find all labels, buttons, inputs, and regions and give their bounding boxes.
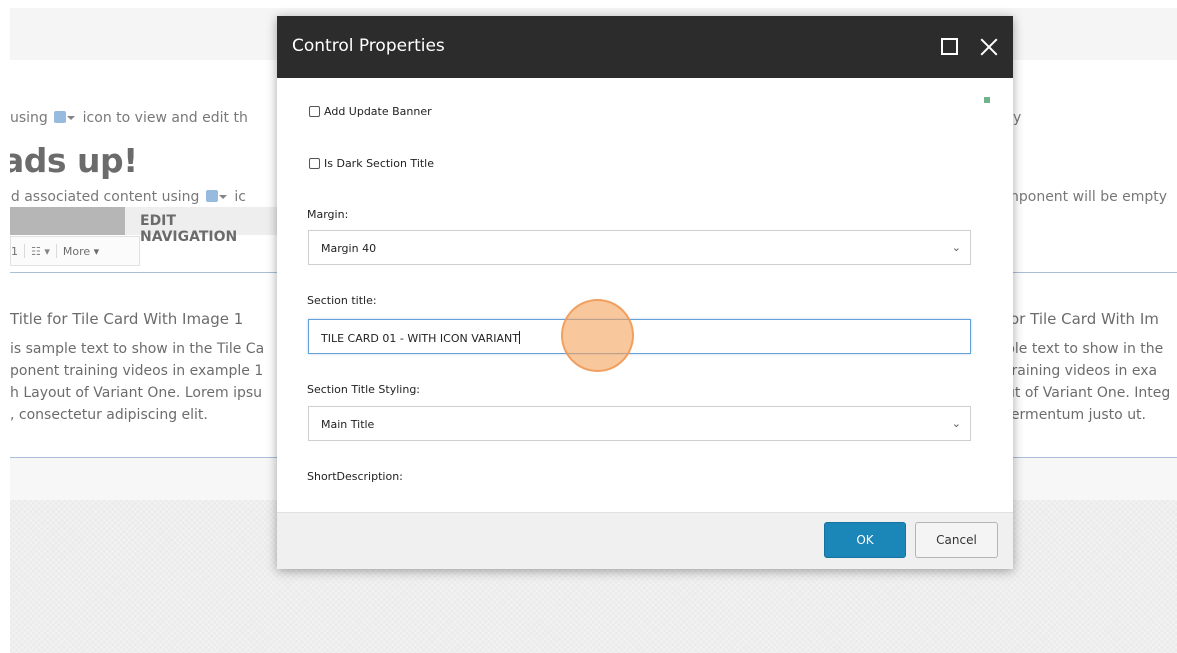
close-icon[interactable] (978, 36, 1000, 58)
dialog-footer: OK Cancel (277, 512, 1013, 569)
section-title-styling-select[interactable]: Main Title ⌄ (308, 406, 971, 441)
background-warning-line-right: nponent will be empty (1010, 189, 1168, 205)
edit-navigation-bar[interactable]: EDIT NAVIGATION (10, 207, 277, 245)
chevron-down-icon: ⌄ (951, 241, 961, 254)
maximize-icon[interactable] (941, 38, 958, 55)
add-update-banner-checkbox[interactable] (309, 106, 320, 117)
dialog-body: Add Update Banner Is Dark Section Title … (277, 78, 1013, 512)
short-description-label: ShortDescription: (307, 470, 403, 483)
edit-navigation-dark-block (10, 207, 125, 235)
background-info-line: t using icon to view and edit th (10, 110, 248, 126)
section-title-styling-value: Main Title (321, 418, 375, 431)
section-title-label: Section title: (307, 294, 377, 307)
cancel-button[interactable]: Cancel (915, 522, 998, 558)
tile-card-body: ple text to show in the training videos … (1006, 341, 1171, 423)
hierarchy-icon[interactable]: ☷ ▾ (31, 245, 50, 258)
add-update-banner-label: Add Update Banner (324, 105, 432, 118)
toolbar-separator (24, 244, 25, 258)
chevron-down-icon: ⌄ (951, 417, 961, 430)
click-indicator (561, 299, 634, 372)
add-content-icon[interactable] (54, 111, 76, 123)
section-title-value: TILE CARD 01 - WITH ICON VARIANT (321, 332, 519, 345)
dialog-title: Control Properties (292, 36, 445, 56)
status-indicator-icon (984, 97, 990, 103)
add-content-icon[interactable] (205, 190, 227, 202)
control-properties-dialog: Control Properties Add Update Banner Is … (277, 16, 1013, 569)
margin-select-value: Margin 40 (321, 242, 377, 255)
is-dark-section-title-row[interactable]: Is Dark Section Title (309, 157, 434, 170)
edit-navigation-label[interactable]: EDIT NAVIGATION (140, 213, 277, 245)
toolbar-separator (55, 244, 57, 258)
background-heading: ads up! (10, 141, 138, 180)
text-cursor (518, 331, 520, 344)
dialog-header: Control Properties (277, 16, 1013, 78)
margin-select[interactable]: Margin 40 ⌄ (308, 230, 971, 265)
add-update-banner-row[interactable]: Add Update Banner (309, 105, 432, 118)
tile-card-title: or Tile Card With Im (1010, 310, 1159, 328)
is-dark-section-title-label: Is Dark Section Title (324, 157, 435, 170)
tile-card-title: Title for Tile Card With Image 1 (10, 310, 244, 328)
section-title-styling-label: Section Title Styling: (307, 383, 421, 396)
ok-button[interactable]: OK (824, 522, 906, 558)
toolbar-more-button[interactable]: More ▾ (63, 245, 99, 258)
background-info-line-right: y (1013, 110, 1022, 126)
margin-label: Margin: (307, 208, 349, 221)
section-title-input[interactable]: TILE CARD 01 - WITH ICON VARIANT (308, 319, 971, 354)
background-warning-line: dd associated content using ic (10, 189, 246, 205)
toolbar-item[interactable]: 1 (11, 245, 18, 258)
is-dark-section-title-checkbox[interactable] (309, 158, 320, 169)
edit-toolbar: 1 ☷ ▾ More ▾ (10, 236, 140, 266)
tile-card-body: is sample text to show in the Tile Ca po… (10, 341, 265, 423)
